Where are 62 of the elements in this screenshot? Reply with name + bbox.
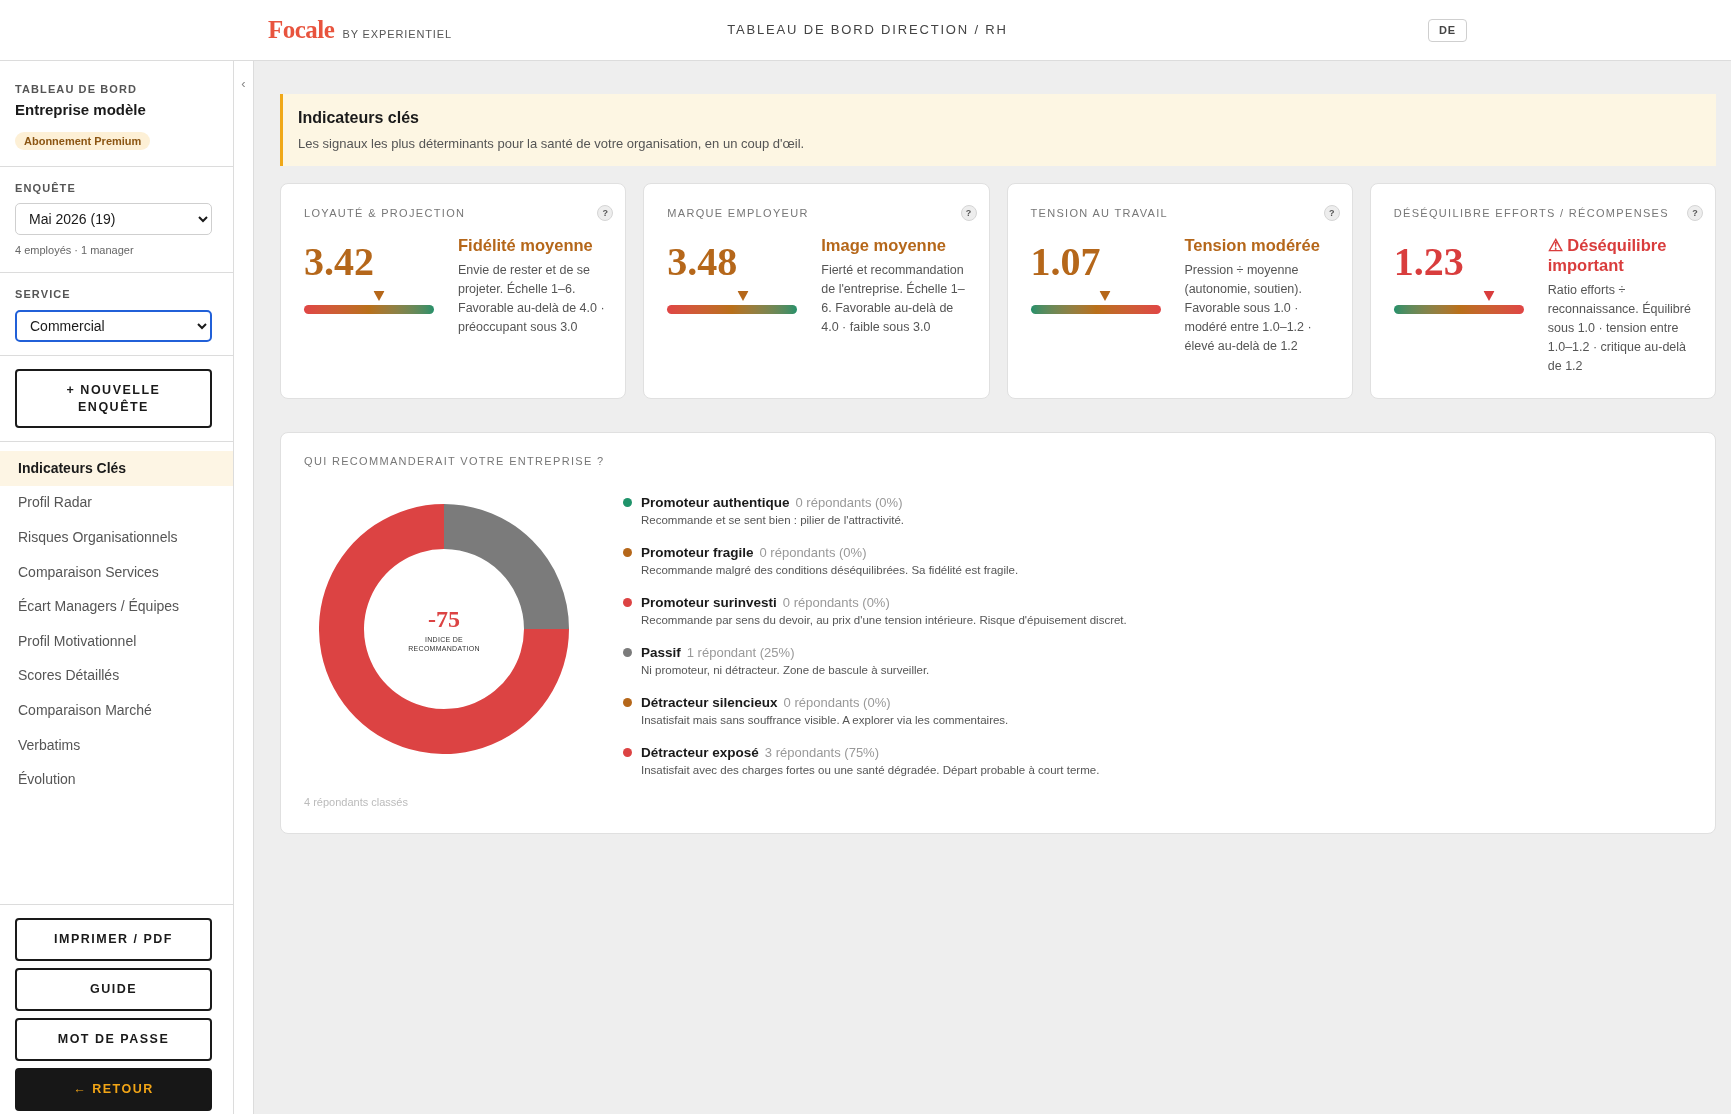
score-description: Ratio efforts ÷ reconnaissance. Équilibré sous 1.0 · tension entre 1.0–1.2 · critique au-delà de 1.2 bbox=[1547, 282, 1692, 375]
score-value: 3.48 bbox=[667, 240, 739, 284]
card-label: DÉSÉQUILIBRE EFFORTS / RÉCOMPENSES bbox=[1393, 205, 1669, 221]
action-button[interactable]: IMPRIMER / PDF bbox=[15, 918, 212, 961]
category-description: Insatisfait mais sans souffrance visible. A explorer via les commentaires. bbox=[641, 713, 1009, 727]
help-button[interactable]: ? bbox=[1687, 205, 1703, 221]
panel-title: QUI RECOMMANDERAIT VOTRE ENTREPRISE ? bbox=[304, 454, 606, 468]
logo: Focale bbox=[268, 15, 335, 45]
score-status: Tension modérée bbox=[1184, 235, 1321, 255]
service-select[interactable]: Commercial bbox=[15, 310, 212, 342]
action-button[interactable]: GUIDE bbox=[15, 968, 212, 1011]
card-label: LOYAUTÉ & PROJECTION bbox=[304, 205, 466, 221]
score-description: Envie de rester et de se projeter. Échelle 1–6. Favorable au-delà de 4.0 · préoccupant sous 3.0 bbox=[458, 262, 606, 336]
category-count: 0 répondants (0%) bbox=[759, 544, 867, 561]
category-description: Ni promoteur, ni détracteur. Zone de bascule à surveiller. bbox=[641, 663, 930, 677]
category-name: Promoteur fragile bbox=[641, 544, 754, 561]
category-description: Recommande et se sent bien : pilier de l'attractivité. bbox=[641, 513, 904, 527]
category-description: Recommande par sens du devoir, au prix d'une tension intérieure. Risque d'épuisement discret. bbox=[641, 613, 1127, 627]
plan-badge: Abonnement Premium bbox=[15, 132, 151, 150]
category-description: Recommande malgré des conditions déséquilibrées. Sa fidélité est fragile. bbox=[641, 563, 1019, 577]
field-label: SERVICE bbox=[15, 287, 72, 301]
category-name: Promoteur authentique bbox=[641, 494, 790, 511]
panel-footer: 4 répondants classés bbox=[304, 795, 1692, 809]
banner-subtitle: Les signaux les plus déterminants pour la santé de votre organisation, en un coup d'œil. bbox=[298, 135, 806, 153]
index-value: -75 bbox=[428, 605, 460, 632]
category-count: 3 répondants (75%) bbox=[764, 744, 879, 761]
field-label: ENQUÊTE bbox=[15, 181, 77, 195]
banner-title: Indicateurs clés bbox=[298, 108, 420, 128]
score-description: Pression ÷ moyenne (autonomie, soutien). Favorable sous 1.0 · modéré entre 1.0–1.2 · élevé au-delà de 1.2 bbox=[1184, 262, 1313, 355]
survey-note: 4 employés · 1 manager bbox=[15, 243, 135, 257]
score-status: Image moyenne bbox=[821, 235, 947, 255]
language-button[interactable]: DE bbox=[1427, 18, 1467, 42]
help-button[interactable]: ? bbox=[1323, 205, 1340, 221]
company-name: Entreprise modèle bbox=[15, 100, 147, 120]
score-description: Fierté et recommandation de l'entreprise. Échelle 1–6. Favorable au-delà de 4.0 · faible sous 3.0 bbox=[821, 262, 966, 336]
action-button[interactable]: MOT DE PASSE bbox=[15, 1018, 212, 1061]
score-status: Fidélité moyenne bbox=[458, 235, 594, 255]
category-name: Passif bbox=[641, 644, 681, 661]
card-label: MARQUE EMPLOYEUR bbox=[667, 205, 809, 221]
logo-tagline: BY EXPERIENTIEL bbox=[342, 27, 452, 42]
action-button[interactable]: ← RETOUR bbox=[15, 1068, 212, 1111]
collapse-button[interactable]: ‹ bbox=[241, 76, 246, 92]
category-count: 0 répondants (0%) bbox=[782, 594, 890, 611]
score-value: 1.23 bbox=[1393, 240, 1465, 284]
score-value: 1.07 bbox=[1030, 240, 1102, 284]
sidebar-eyebrow: TABLEAU DE BORD bbox=[15, 82, 138, 96]
score-status: ⚠ Déséquilibre important bbox=[1547, 235, 1668, 275]
category-count: 1 répondant (25%) bbox=[686, 644, 795, 661]
category-count: 0 répondants (0%) bbox=[783, 694, 891, 711]
score-value: 3.42 bbox=[304, 240, 375, 284]
category-description: Insatisfait avec des charges fortes ou une santé dégradée. Départ probable à court terme. bbox=[641, 763, 1100, 777]
help-button[interactable]: ? bbox=[960, 205, 977, 221]
category-name: Détracteur exposé bbox=[641, 744, 759, 761]
new-survey-button[interactable]: + NOUVELLE ENQUÊTE bbox=[15, 369, 212, 428]
survey-select[interactable]: Mai 2026 (19) bbox=[15, 203, 212, 235]
category-name: Promoteur surinvesti bbox=[641, 594, 777, 611]
nav-item[interactable]: Indicateurs Clés bbox=[0, 451, 233, 486]
category-count: 0 répondants (0%) bbox=[795, 494, 903, 511]
card-label: TENSION AU TRAVAIL bbox=[1030, 205, 1168, 221]
help-button[interactable]: ? bbox=[597, 205, 614, 221]
page-title: TABLEAU DE BORD DIRECTION / RH bbox=[727, 21, 1008, 40]
category-name: Détracteur silencieux bbox=[641, 694, 778, 711]
